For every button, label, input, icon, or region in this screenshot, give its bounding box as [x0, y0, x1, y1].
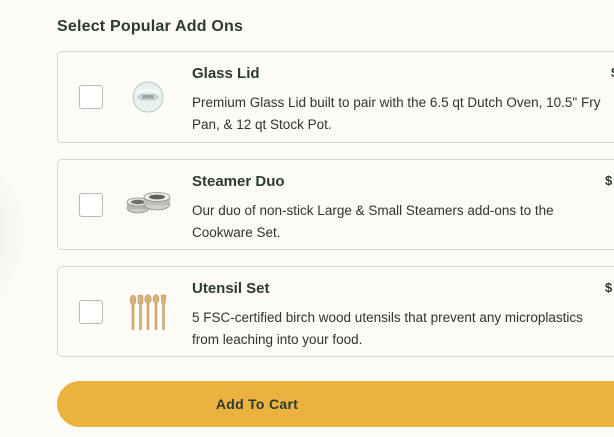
addon-price: $ [605, 173, 613, 188]
addon-checkbox-utensil-set[interactable] [79, 300, 103, 324]
addon-checkbox-glass-lid[interactable] [79, 85, 103, 109]
background-shadow [0, 150, 30, 320]
addon-checkbox-steamer-duo[interactable] [79, 193, 103, 217]
addon-title: Glass Lid [192, 65, 260, 82]
section-title: Select Popular Add Ons [57, 18, 244, 35]
addon-title: Steamer Duo [192, 173, 285, 190]
glass-lid-icon [120, 74, 176, 120]
addon-description: Premium Glass Lid built to pair with the… [192, 95, 601, 132]
add-to-cart-button[interactable]: Add To Cart [57, 381, 614, 427]
add-to-cart-label: Add To Cart [215, 396, 299, 412]
addon-description: Our duo of non-stick Large & Small Steam… [192, 203, 554, 240]
addon-card-glass-lid[interactable]: Glass Lid Premium Glass Lid built to pai… [57, 51, 614, 143]
addon-card-steamer-duo[interactable]: Steamer Duo Our duo of non-stick Large &… [57, 159, 614, 250]
steamer-duo-icon [120, 182, 176, 228]
utensil-set-icon [120, 289, 176, 335]
addon-title: Utensil Set [192, 280, 270, 297]
addon-description: 5 FSC-certified birch wood utensils that… [192, 310, 583, 347]
add-ons-page: Select Popular Add Ons Glass Lid Premium… [0, 0, 614, 437]
addon-card-utensil-set[interactable]: Utensil Set 5 FSC-certified birch wood u… [57, 266, 614, 357]
addon-price: $ [605, 280, 613, 295]
